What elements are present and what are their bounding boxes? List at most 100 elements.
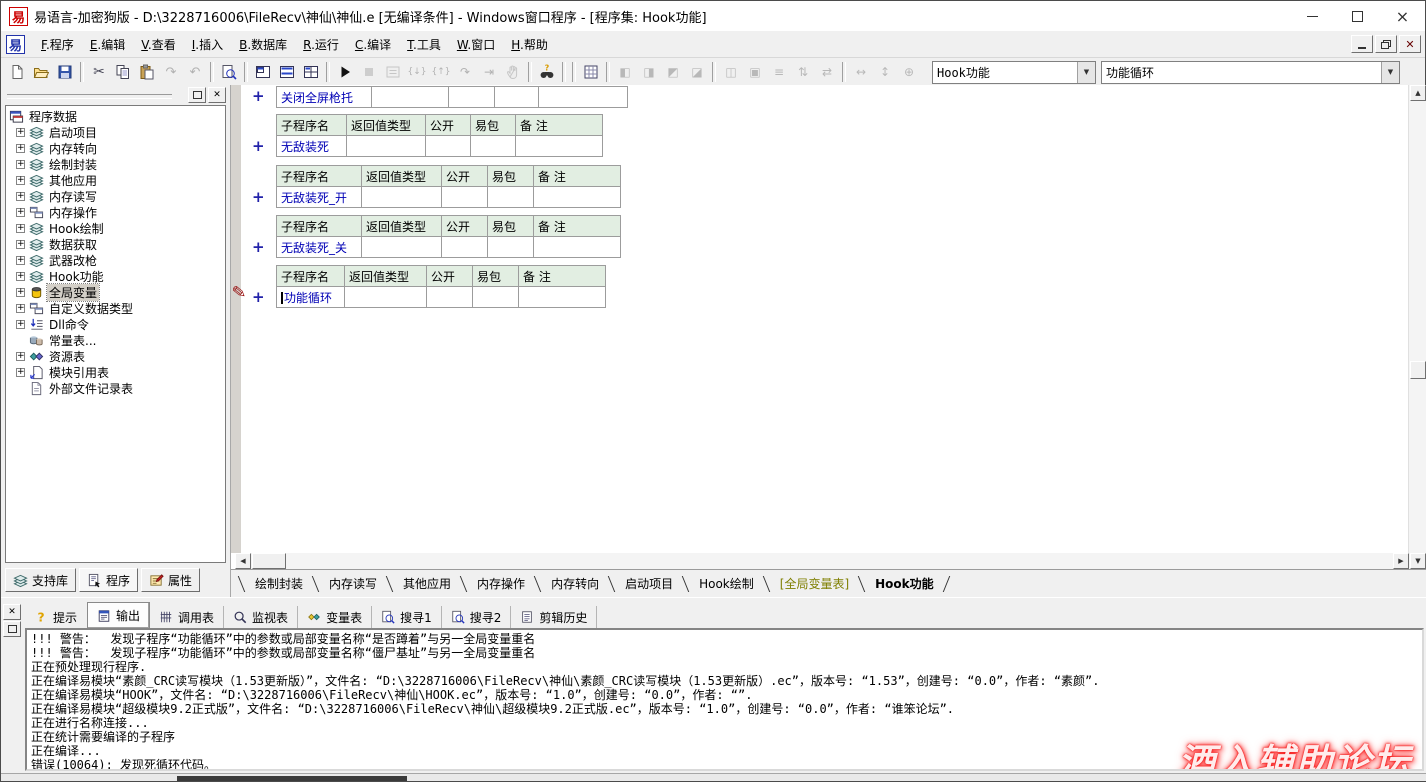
subprogram-name-cell[interactable]: 关闭全屏枪托 (277, 87, 372, 108)
output-tab-剪辑历史[interactable]: 剪辑历史 (511, 606, 597, 628)
expand-row-plus-icon[interactable]: + (252, 190, 265, 204)
form-designer-button[interactable] (579, 60, 603, 84)
table-row[interactable]: 无敌装死 (277, 136, 603, 157)
panel-float-button[interactable] (188, 87, 206, 103)
tree-item-模块引用表[interactable]: +模块引用表 (8, 364, 225, 380)
table-cell[interactable] (534, 187, 621, 208)
menu-E.编辑[interactable]: E.编辑 (82, 33, 133, 56)
expand-plus-icon[interactable]: + (16, 352, 25, 361)
tree-item-Hook绘制[interactable]: +Hook绘制 (8, 220, 225, 236)
scroll-right-button[interactable]: ▶ (1393, 553, 1409, 569)
subprogram-table-功能循环[interactable]: 子程序名返回值类型公开易包备 注功能循环 (276, 265, 606, 308)
window-minimize-button[interactable] (1290, 1, 1335, 31)
scroll-up-button[interactable]: ▲ (1410, 85, 1426, 101)
doc-tab-内存读写[interactable]: 内存读写 (321, 572, 385, 595)
doc-tab-其他应用[interactable]: 其他应用 (395, 572, 459, 595)
subprogram-table-无敌装死_关[interactable]: 子程序名返回值类型公开易包备 注无敌装死_关 (276, 215, 621, 258)
doc-tab-绘制封装[interactable]: 绘制封装 (247, 572, 311, 595)
tree-item-数据获取[interactable]: +数据获取 (8, 236, 225, 252)
panel-tab-属性[interactable]: 属性 (141, 568, 200, 592)
table-row[interactable]: 关闭全屏枪托 (277, 87, 628, 108)
expand-plus-icon[interactable]: + (16, 224, 25, 233)
expand-plus-icon[interactable]: + (16, 256, 25, 265)
table-row[interactable]: 无敌装死_开 (277, 187, 621, 208)
panel-tab-程序[interactable]: 程序 (79, 568, 138, 592)
assembly-combo[interactable]: Hook功能▼ (932, 61, 1096, 84)
output-tab-调用表[interactable]: 调用表 (150, 606, 224, 628)
tree-item-内存操作[interactable]: +内存操作 (8, 204, 225, 220)
chevron-down-icon[interactable]: ▼ (1381, 62, 1399, 83)
save-button[interactable] (53, 60, 77, 84)
tree-item-Dll命令[interactable]: +Dll命令 (8, 316, 225, 332)
find-command-button[interactable]: ? (535, 60, 559, 84)
tree-item-外部文件记录表[interactable]: 外部文件记录表 (8, 380, 225, 396)
subprogram-name-cell[interactable]: 无敌装死_关 (277, 237, 362, 258)
vertical-scroll-thumb[interactable] (1410, 361, 1426, 379)
output-console[interactable]: !!! 警告： 发现子程序“功能循环”中的参数或局部变量名称“是否蹲着”与另一全… (25, 628, 1424, 771)
paste-button[interactable] (135, 60, 159, 84)
table-cell[interactable] (442, 187, 488, 208)
expand-plus-icon[interactable]: + (16, 208, 25, 217)
output-tab-搜寻1[interactable]: 搜寻1 (372, 606, 442, 628)
table-cell[interactable] (362, 187, 442, 208)
table-cell[interactable] (534, 237, 621, 258)
window-close-button[interactable]: × (1380, 1, 1425, 31)
subprogram-table-无敌装死_开[interactable]: 子程序名返回值类型公开易包备 注无敌装死_开 (276, 165, 621, 208)
table-cell[interactable] (471, 136, 516, 157)
expand-plus-icon[interactable]: + (16, 320, 25, 329)
table-cell[interactable] (495, 87, 539, 108)
expand-plus-icon[interactable]: + (16, 288, 25, 297)
subprogram-name-cell[interactable]: 无敌装死_开 (277, 187, 362, 208)
table-cell[interactable] (442, 237, 488, 258)
tree-item-资源表[interactable]: +资源表 (8, 348, 225, 364)
layout-split-button[interactable] (275, 60, 299, 84)
output-close-button[interactable]: ✕ (3, 604, 21, 620)
table-cell[interactable] (427, 287, 473, 308)
expand-row-plus-icon[interactable]: + (252, 290, 265, 304)
output-tab-输出[interactable]: 输出 (87, 602, 150, 628)
copy-button[interactable] (111, 60, 135, 84)
doc-tab-内存转向[interactable]: 内存转向 (543, 572, 607, 595)
table-cell[interactable] (345, 287, 427, 308)
mdi-close-button[interactable]: ✕ (1399, 35, 1421, 53)
table-cell[interactable] (347, 136, 426, 157)
table-cell[interactable] (516, 136, 603, 157)
expand-row-plus-icon[interactable]: + (252, 139, 265, 153)
horizontal-scroll-thumb[interactable] (252, 553, 286, 569)
open-button[interactable] (29, 60, 53, 84)
tree-item-武器改枪[interactable]: +武器改枪 (8, 252, 225, 268)
subprogram-name-cell[interactable]: 无敌装死 (277, 136, 347, 157)
cut-button[interactable]: ✂ (87, 60, 111, 84)
table-row[interactable]: 无敌装死_关 (277, 237, 621, 258)
scroll-down-button[interactable]: ▼ (1410, 553, 1426, 569)
menu-F.程序[interactable]: F.程序 (33, 33, 82, 56)
menu-R.运行[interactable]: R.运行 (295, 33, 347, 56)
output-tab-变量表[interactable]: 变量表 (298, 606, 372, 628)
scroll-left-button[interactable]: ◀ (235, 553, 251, 569)
menu-H.帮助[interactable]: H.帮助 (503, 33, 556, 56)
menu-V.查看[interactable]: V.查看 (133, 33, 184, 56)
table-cell[interactable] (426, 136, 471, 157)
expand-plus-icon[interactable]: + (16, 240, 25, 249)
table-cell[interactable] (362, 237, 442, 258)
tree-item-全局变量[interactable]: +全局变量 (8, 284, 225, 300)
table-cell[interactable] (539, 87, 628, 108)
tree-item-自定义数据类型[interactable]: +自定义数据类型 (8, 300, 225, 316)
table-row[interactable]: 功能循环 (277, 287, 606, 308)
subprogram-combo[interactable]: 功能循环▼ (1101, 61, 1400, 84)
panel-close-button[interactable]: ✕ (208, 87, 226, 103)
subprogram-table-无敌装死[interactable]: 子程序名返回值类型公开易包备 注无敌装死 (276, 114, 603, 157)
menu-B.数据库[interactable]: B.数据库 (231, 33, 295, 56)
tree-item-内存转向[interactable]: +内存转向 (8, 140, 225, 156)
subprogram-name-cell[interactable]: 功能循环 (277, 287, 345, 308)
layout-grid-button[interactable] (299, 60, 323, 84)
table-cell[interactable] (449, 87, 495, 108)
menu-T.工具[interactable]: T.工具 (399, 33, 449, 56)
expand-plus-icon[interactable]: + (16, 160, 25, 169)
subprogram-table-canvas[interactable]: 关闭全屏枪托子程序名返回值类型公开易包备 注无敌装死子程序名返回值类型公开易包备… (231, 85, 1409, 553)
tree-root-program-data[interactable]: 程序数据 (8, 108, 225, 124)
doc-tab-Hook功能[interactable]: Hook功能 (867, 572, 942, 595)
window-maximize-button[interactable] (1335, 1, 1380, 31)
vertical-scrollbar[interactable]: ▲ ▼ (1408, 85, 1426, 569)
doc-tab-Hook绘制[interactable]: Hook绘制 (691, 572, 762, 595)
